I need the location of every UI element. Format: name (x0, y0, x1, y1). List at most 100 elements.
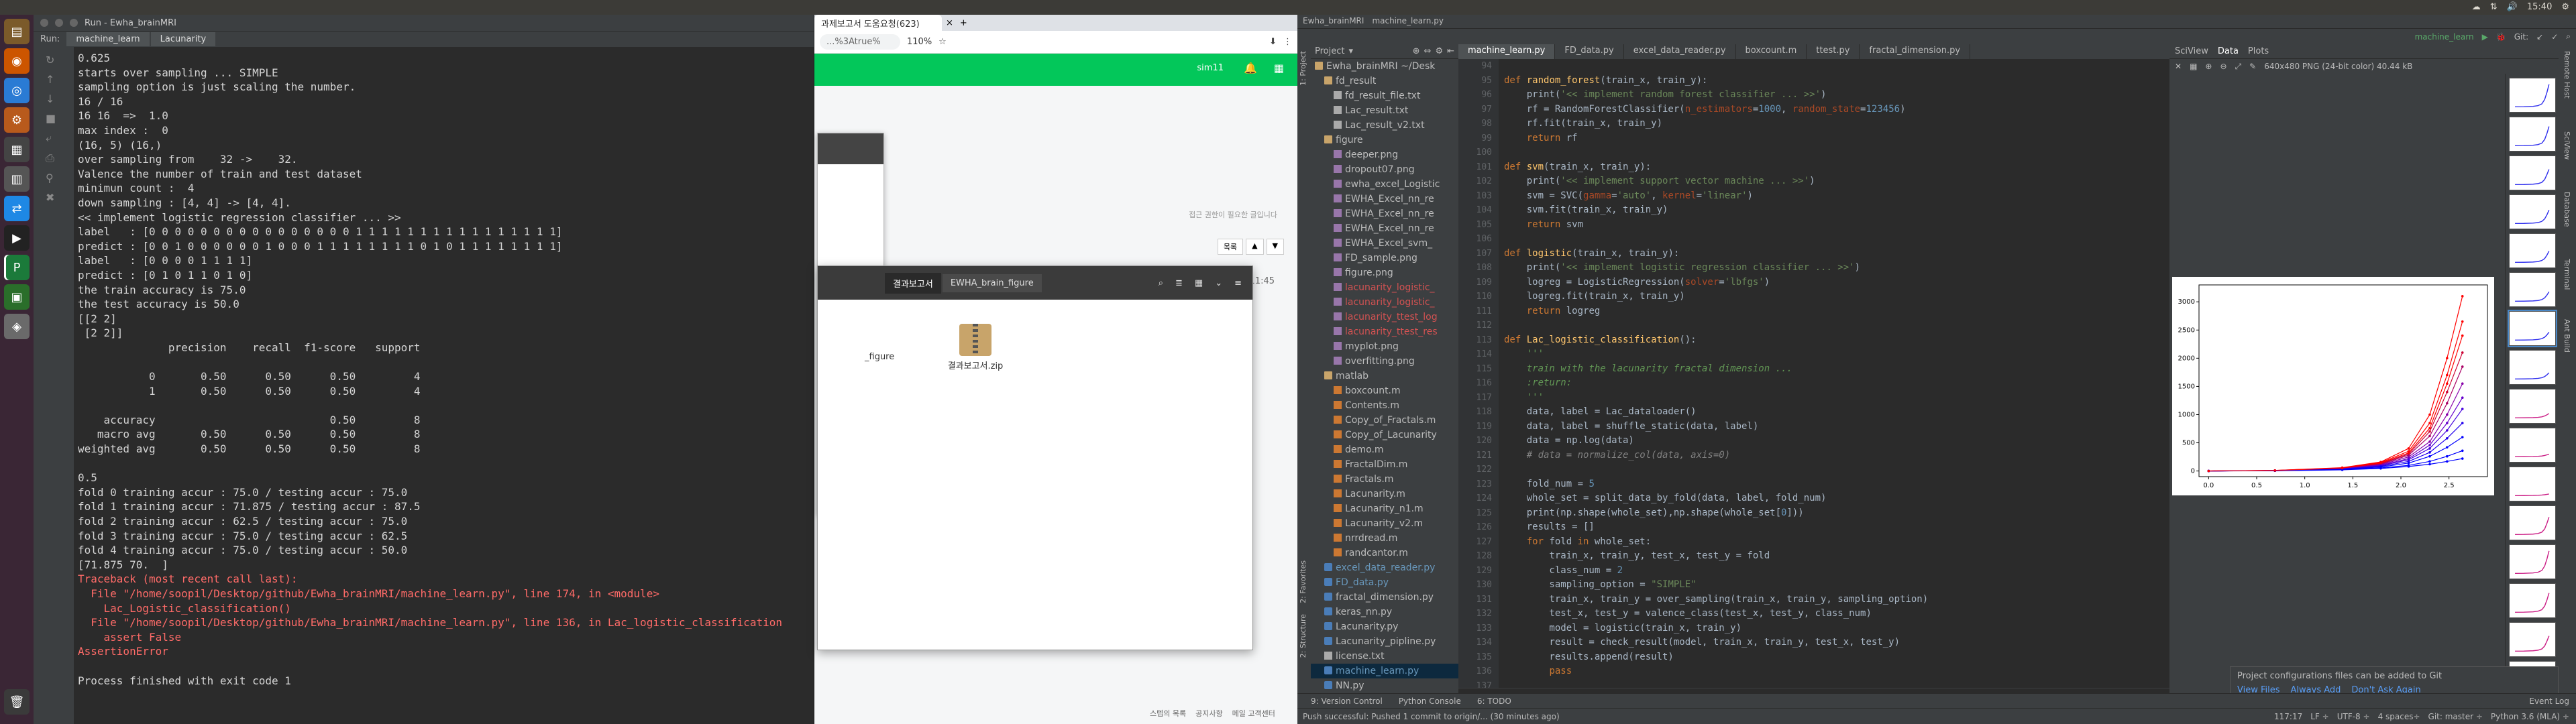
new-tab-icon[interactable]: + (960, 18, 967, 28)
chevron-down-icon[interactable]: ⌄ (1215, 278, 1222, 288)
plot-thumbnail[interactable] (2508, 233, 2556, 268)
python-console-tab[interactable]: Python Console (1399, 697, 1461, 706)
indicator-2[interactable]: 🔊 (2507, 2, 2518, 12)
project-tree-item[interactable]: NN.py (1311, 678, 1458, 693)
clock[interactable]: 15:40 (2527, 2, 2552, 12)
run-tab-machine-learn[interactable]: machine_learn (66, 32, 150, 46)
collapse-icon[interactable]: ⇔ (1424, 46, 1432, 56)
encoding[interactable]: UTF-8 ÷ (2337, 712, 2370, 721)
notification-bell-icon[interactable]: 🔔 (1244, 62, 1257, 74)
project-tree-item[interactable]: lacunarity_logistic_ (1311, 295, 1458, 310)
project-tree-item[interactable]: EWHA_Excel_svm_ (1311, 236, 1458, 251)
debug-icon[interactable]: 🐞 (2496, 32, 2506, 42)
trash-bin-icon[interactable]: 🗑 (4, 689, 30, 715)
scroll-up-icon[interactable]: ↑ (46, 73, 62, 86)
chevron-down-icon[interactable]: ▾ (1348, 46, 1353, 56)
data-tab[interactable]: Data (2218, 46, 2239, 56)
plot-thumbnail[interactable] (2508, 428, 2556, 463)
software-launcher-icon[interactable]: ▦ (4, 137, 30, 162)
favorites-tool-tab[interactable]: 2: Favorites (1299, 560, 1307, 603)
plot-thumbnail[interactable] (2507, 310, 2557, 347)
plots-tab[interactable]: Plots (2248, 46, 2269, 56)
prev-button[interactable]: ▲ (1246, 239, 1264, 255)
plot-thumbnail[interactable] (2508, 350, 2556, 385)
pycharm-launcher-icon[interactable]: P (4, 255, 30, 280)
project-tree-item[interactable]: FractalDim.m (1311, 457, 1458, 472)
project-view-selector[interactable]: Project (1315, 46, 1344, 56)
maximize-icon[interactable] (70, 19, 78, 27)
apps-grid-icon[interactable]: ▦ (1274, 62, 1284, 74)
libreoffice-launcher-icon[interactable]: ▣ (4, 284, 30, 310)
minimize-icon[interactable] (55, 19, 63, 27)
plot-thumbnail[interactable] (2508, 389, 2556, 424)
rerun-icon[interactable]: ↻ (46, 54, 62, 66)
project-tree-item[interactable]: Contents.m (1311, 398, 1458, 413)
close-icon[interactable] (40, 19, 48, 27)
database-tab[interactable]: Database (2563, 192, 2571, 227)
plot-thumbnail[interactable] (2508, 505, 2556, 540)
project-tree-item[interactable]: keras_nn.py (1311, 605, 1458, 619)
grid-view-icon[interactable]: ▦ (1195, 278, 1203, 288)
project-tree-item[interactable]: Lacunarity_n1.m (1311, 501, 1458, 516)
project-tree-item[interactable]: fd_result (1311, 74, 1458, 88)
project-tree-item[interactable]: Fractals.m (1311, 472, 1458, 487)
hide-icon[interactable]: ⇤ (1447, 46, 1454, 56)
current-file[interactable]: machine_learn.py (1372, 16, 1444, 27)
plot-thumbnail[interactable] (2508, 583, 2556, 618)
project-tree-item[interactable]: deeper.png (1311, 147, 1458, 162)
teamviewer-launcher-icon[interactable]: ⇄ (4, 196, 30, 221)
code-area[interactable]: def random_forest(train_x, train_y): pri… (1504, 59, 2163, 688)
project-tree-item[interactable]: FD_sample.png (1311, 251, 1458, 265)
plot-thumbnail[interactable] (2508, 156, 2556, 190)
zoom-out-icon[interactable]: ⊖ (2220, 62, 2226, 71)
project-tree-item[interactable]: lacunarity_ttest_log (1311, 310, 1458, 324)
project-tree-item[interactable]: FD_data.py (1311, 575, 1458, 590)
project-tree-item[interactable]: ewha_excel_Logistic (1311, 177, 1458, 192)
color-picker-icon[interactable]: ✎ (2249, 62, 2256, 71)
project-tree-item[interactable]: boxcount.m (1311, 383, 1458, 398)
editor-tab[interactable]: machine_learn.py (1458, 44, 1556, 59)
indicator-1[interactable]: ⇅ (2490, 2, 2498, 12)
editor-tab[interactable]: ttest.py (1807, 44, 1860, 59)
run-icon[interactable]: ▶ (2482, 32, 2488, 42)
project-tool-tab[interactable]: 1: Project (1299, 51, 1307, 86)
project-tree-item[interactable]: demo.m (1311, 442, 1458, 457)
todo-tab[interactable]: 6: TODO (1477, 697, 1511, 706)
console-output[interactable]: 0.625 starts over sampling ... SIMPLE samp… (78, 51, 807, 717)
sciview-tool-tab[interactable]: SciView (2563, 131, 2571, 160)
chrome-launcher-icon[interactable]: ◎ (4, 78, 30, 103)
plot-thumbnail[interactable] (2508, 544, 2556, 579)
system-indicators[interactable]: ☁ ⇅ 🔊 15:40 ⚙ (2472, 2, 2569, 12)
editor-tab[interactable]: fractal_dimension.py (1860, 44, 1971, 59)
project-tree-item[interactable]: randcantor.m (1311, 546, 1458, 560)
project-tree-item[interactable]: figure.png (1311, 265, 1458, 280)
search-icon[interactable]: ⌕ (1159, 278, 1163, 288)
sciview-tab[interactable]: SciView (2175, 46, 2208, 56)
fit-icon[interactable]: ⤢ (2235, 62, 2242, 72)
search-everywhere-icon[interactable]: ⌕ (2566, 32, 2571, 42)
zoom-level[interactable]: 110% (907, 37, 932, 47)
plot-thumbnail[interactable] (2508, 467, 2556, 501)
git-update-icon[interactable]: ↙ (2536, 32, 2543, 42)
settings-gear-icon[interactable]: ⚙ (1435, 46, 1443, 56)
zip-item[interactable]: 결과보고서.zip (945, 324, 1006, 371)
grid-icon[interactable]: ▦ (2190, 62, 2197, 71)
indent[interactable]: 4 spaces÷ (2378, 712, 2420, 721)
project-tree-item[interactable]: Lacunarity.m (1311, 487, 1458, 501)
soft-wrap-icon[interactable]: ⤶ (46, 131, 62, 145)
project-tree-item[interactable]: lacunarity_logistic_ (1311, 280, 1458, 295)
project-tree-item[interactable]: Copy_of_Fractals.m (1311, 413, 1458, 428)
run-tab-lacunarity[interactable]: Lacunarity (150, 32, 216, 46)
folder-item[interactable]: _figure (865, 352, 894, 362)
plot-thumbnail[interactable] (2508, 272, 2556, 307)
version-control-tab[interactable]: 9: Version Control (1311, 697, 1383, 706)
locate-icon[interactable]: ⊕ (1413, 46, 1420, 56)
browser-tab[interactable]: 과제보고서 도움요청(623) (814, 14, 942, 32)
project-tree-item[interactable]: dropout07.png (1311, 162, 1458, 177)
project-tree-item[interactable]: fractal_dimension.py (1311, 590, 1458, 605)
terminal-launcher-icon[interactable]: ▶ (4, 225, 30, 251)
menu-icon[interactable]: ≡ (1234, 278, 1242, 288)
updater-launcher-icon[interactable]: ◈ (4, 314, 30, 339)
files-launcher-icon[interactable]: ▤ (4, 19, 30, 44)
project-tree-item[interactable]: EWHA_Excel_nn_re (1311, 206, 1458, 221)
